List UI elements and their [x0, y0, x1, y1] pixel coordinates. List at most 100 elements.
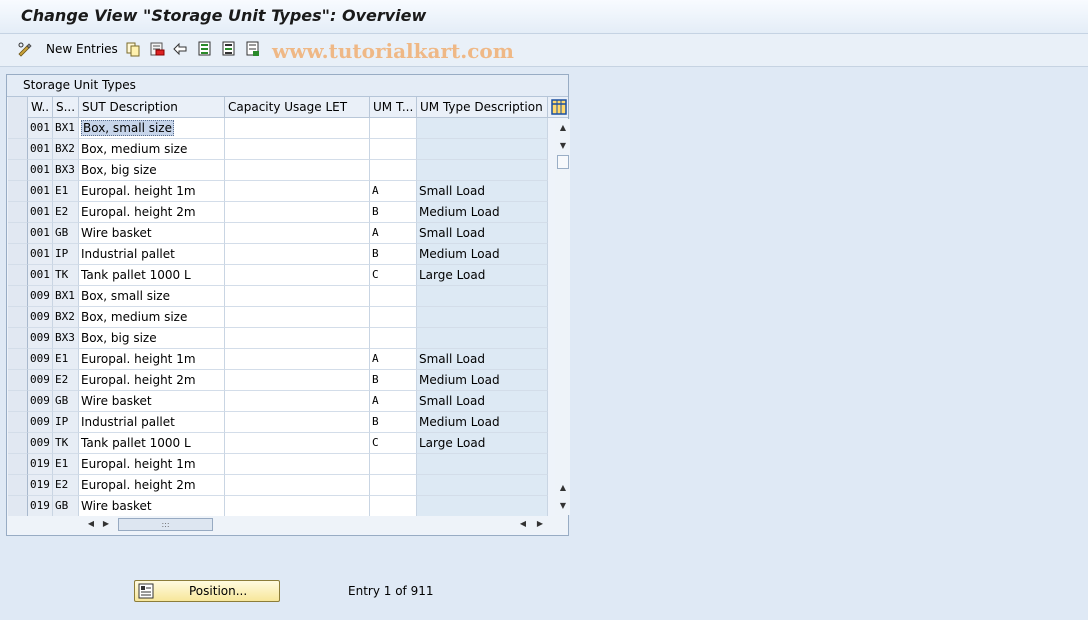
capacity-usage-input[interactable]	[225, 475, 370, 496]
capacity-usage-input[interactable]	[225, 139, 370, 160]
capacity-usage-input[interactable]	[225, 223, 370, 244]
sut-description-input[interactable]: Wire basket	[79, 223, 225, 244]
capacity-usage-input[interactable]	[225, 412, 370, 433]
position-button[interactable]: Position...	[134, 580, 280, 602]
capacity-usage-input[interactable]	[225, 454, 370, 475]
um-type-input[interactable]	[370, 286, 417, 307]
row-selector[interactable]	[8, 349, 28, 370]
sut-description-input[interactable]: Europal. height 2m	[79, 202, 225, 223]
row-selector[interactable]	[8, 181, 28, 202]
sut-description-input[interactable]: Europal. height 1m	[79, 181, 225, 202]
um-type-input[interactable]: A	[370, 349, 417, 370]
scroll-down-bottom-icon[interactable]: ▼	[558, 501, 568, 511]
capacity-usage-input[interactable]	[225, 160, 370, 181]
select-all-rows-header[interactable]	[8, 97, 28, 118]
um-type-input[interactable]: C	[370, 433, 417, 454]
sut-description-input[interactable]: Box, small size	[79, 286, 225, 307]
scroll-right-icon[interactable]: ▶	[101, 519, 111, 529]
column-header-sut-description[interactable]: SUT Description	[79, 97, 225, 118]
select-block-icon[interactable]	[221, 41, 237, 57]
vertical-scroll-thumb[interactable]	[557, 155, 569, 169]
row-selector[interactable]	[8, 286, 28, 307]
um-type-input[interactable]	[370, 139, 417, 160]
capacity-usage-input[interactable]	[225, 496, 370, 517]
capacity-usage-input[interactable]	[225, 307, 370, 328]
sut-description-input[interactable]: Box, medium size	[79, 139, 225, 160]
scroll-down-icon[interactable]: ▼	[558, 141, 568, 151]
sut-description-input[interactable]: Tank pallet 1000 L	[79, 433, 225, 454]
select-all-icon[interactable]	[197, 41, 213, 57]
um-type-input[interactable]: A	[370, 223, 417, 244]
row-selector[interactable]	[8, 475, 28, 496]
row-selector[interactable]	[8, 496, 28, 517]
column-header-warehouse[interactable]: W..	[28, 97, 53, 118]
column-header-sut[interactable]: S...	[53, 97, 79, 118]
sut-description-input[interactable]: Tank pallet 1000 L	[79, 265, 225, 286]
column-header-um-type[interactable]: UM T...	[370, 97, 417, 118]
sut-description-input[interactable]: Box, big size	[79, 328, 225, 349]
scroll-left-end-icon[interactable]: ◀	[518, 519, 528, 529]
capacity-usage-input[interactable]	[225, 265, 370, 286]
sut-description-input[interactable]: Europal. height 1m	[79, 349, 225, 370]
row-selector[interactable]	[8, 307, 28, 328]
capacity-usage-input[interactable]	[225, 328, 370, 349]
capacity-usage-input[interactable]	[225, 286, 370, 307]
vertical-scrollbar[interactable]: ▲ ▼ ▲ ▼	[555, 119, 570, 515]
scroll-up-icon[interactable]: ▲	[558, 123, 568, 133]
table-settings-icon[interactable]	[551, 99, 567, 115]
sut-description-input[interactable]: Wire basket	[79, 496, 225, 517]
row-selector[interactable]	[8, 244, 28, 265]
deselect-all-icon[interactable]	[245, 41, 261, 57]
new-entries-button[interactable]: New Entries	[46, 42, 118, 56]
row-selector[interactable]	[8, 328, 28, 349]
row-selector[interactable]	[8, 412, 28, 433]
um-type-input[interactable]: A	[370, 391, 417, 412]
row-selector[interactable]	[8, 202, 28, 223]
capacity-usage-input[interactable]	[225, 202, 370, 223]
sut-description-input[interactable]: Europal. height 2m	[79, 370, 225, 391]
row-selector[interactable]	[8, 265, 28, 286]
um-type-input[interactable]: B	[370, 412, 417, 433]
sut-description-input[interactable]: Europal. height 2m	[79, 475, 225, 496]
um-type-input[interactable]	[370, 328, 417, 349]
um-type-input[interactable]	[370, 307, 417, 328]
row-selector[interactable]	[8, 223, 28, 244]
um-type-input[interactable]: B	[370, 370, 417, 391]
sut-description-input[interactable]: Industrial pallet	[79, 412, 225, 433]
row-selector[interactable]	[8, 433, 28, 454]
um-type-input[interactable]	[370, 160, 417, 181]
um-type-input[interactable]	[370, 475, 417, 496]
sut-description-input[interactable]: Industrial pallet	[79, 244, 225, 265]
row-selector[interactable]	[8, 370, 28, 391]
capacity-usage-input[interactable]	[225, 349, 370, 370]
scroll-right-end-icon[interactable]: ▶	[535, 519, 545, 529]
um-type-input[interactable]: A	[370, 181, 417, 202]
edit-glasses-icon[interactable]	[17, 41, 33, 57]
row-selector[interactable]	[8, 118, 28, 139]
row-selector[interactable]	[8, 160, 28, 181]
capacity-usage-input[interactable]	[225, 181, 370, 202]
scroll-left-icon[interactable]: ◀	[86, 519, 96, 529]
sut-description-input[interactable]: Europal. height 1m	[79, 454, 225, 475]
scroll-up-bottom-icon[interactable]: ▲	[558, 483, 568, 493]
row-selector[interactable]	[8, 391, 28, 412]
column-header-capacity-usage[interactable]: Capacity Usage LET	[225, 97, 370, 118]
um-type-input[interactable]: B	[370, 244, 417, 265]
sut-description-input[interactable]: Box, big size	[79, 160, 225, 181]
copy-icon[interactable]	[125, 41, 141, 57]
um-type-input[interactable]: C	[370, 265, 417, 286]
row-selector[interactable]	[8, 139, 28, 160]
capacity-usage-input[interactable]	[225, 391, 370, 412]
row-selector[interactable]	[8, 454, 28, 475]
um-type-input[interactable]	[370, 496, 417, 517]
capacity-usage-input[interactable]	[225, 370, 370, 391]
um-type-input[interactable]	[370, 454, 417, 475]
horizontal-scrollbar[interactable]: ◀ ▶ ::: ◀ ▶	[8, 516, 568, 533]
capacity-usage-input[interactable]	[225, 118, 370, 139]
capacity-usage-input[interactable]	[225, 433, 370, 454]
capacity-usage-input[interactable]	[225, 244, 370, 265]
um-type-input[interactable]: B	[370, 202, 417, 223]
um-type-input[interactable]	[370, 118, 417, 139]
undo-icon[interactable]	[172, 41, 188, 57]
sut-description-input[interactable]: Wire basket	[79, 391, 225, 412]
